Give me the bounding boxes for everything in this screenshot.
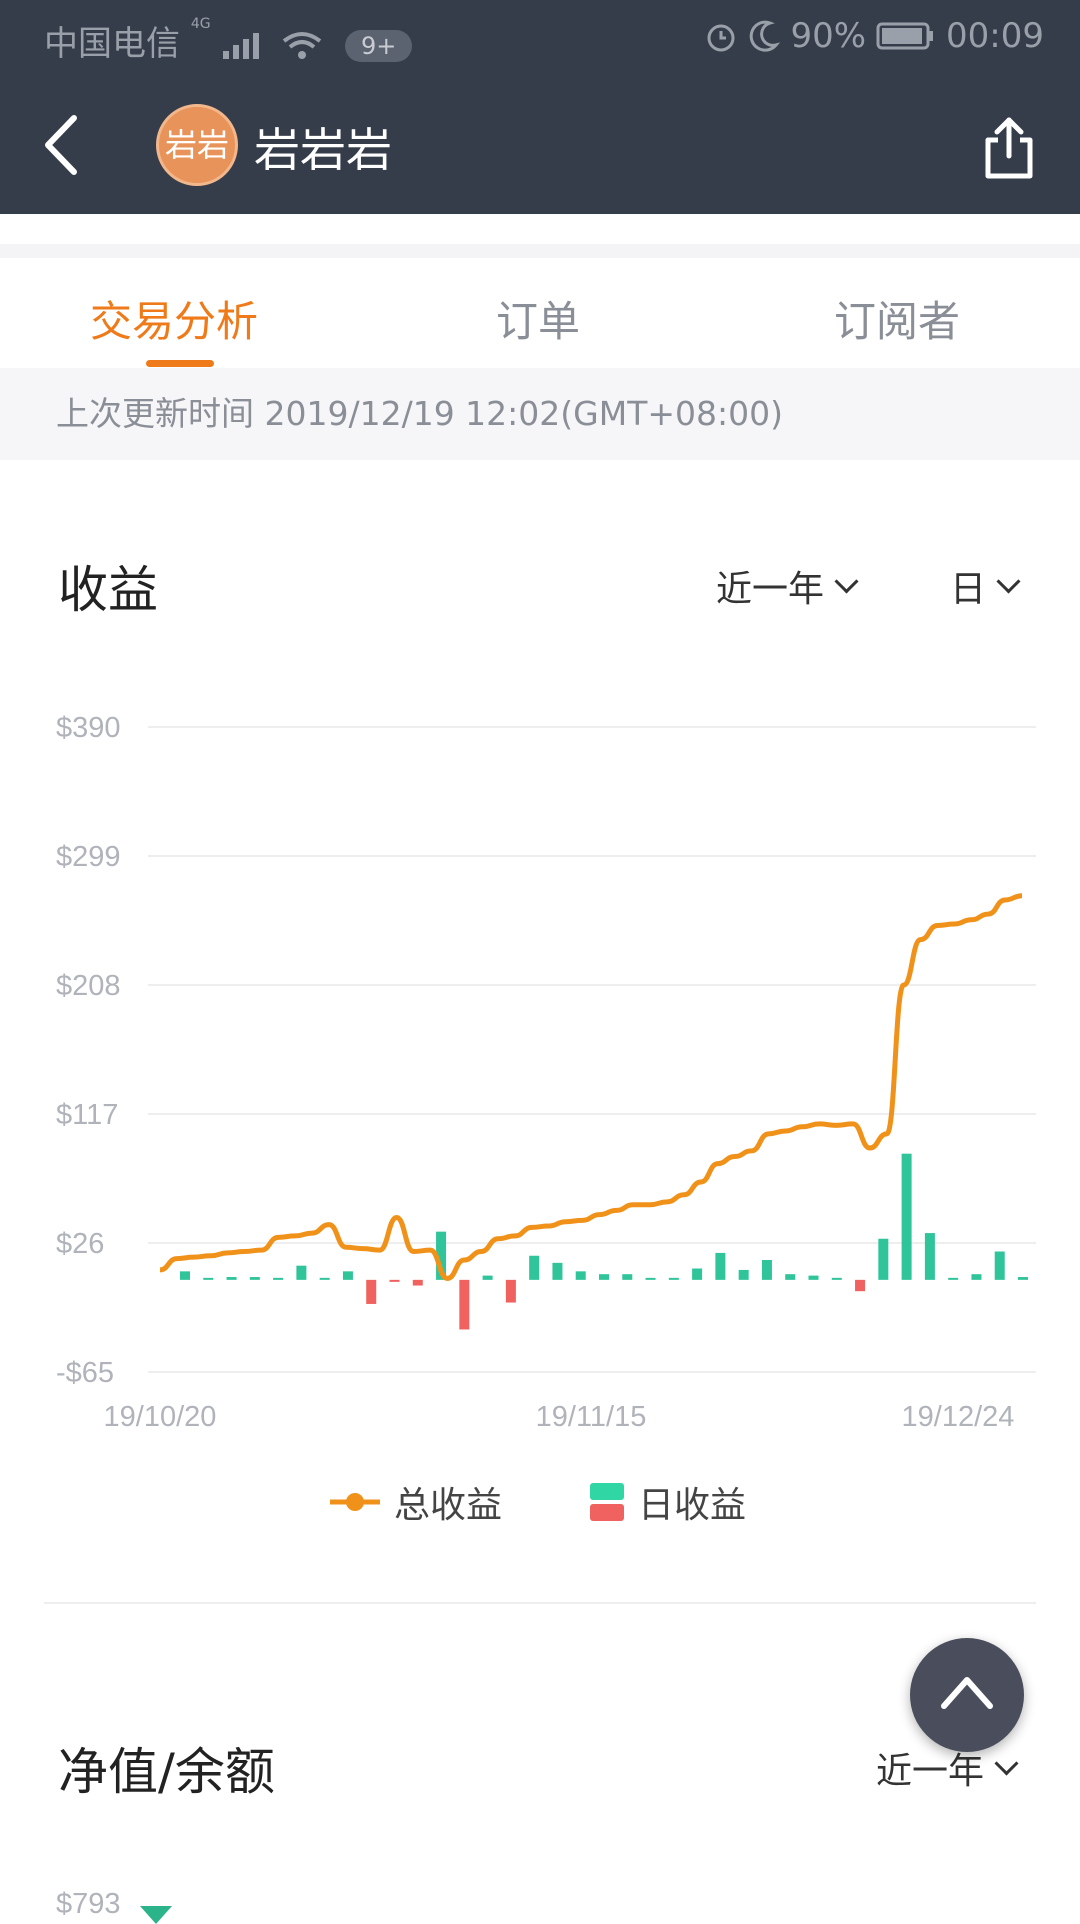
daily-bar — [389, 1279, 400, 1282]
daily-bar — [948, 1277, 959, 1280]
networth-y-tick: $793 — [56, 1888, 121, 1920]
daily-bar — [738, 1269, 749, 1280]
active-tab-indicator — [146, 360, 214, 367]
daily-bar — [319, 1277, 330, 1280]
daily-bar — [668, 1277, 679, 1280]
daily-bar — [924, 1233, 935, 1280]
avatar[interactable]: 岩岩 — [156, 104, 238, 186]
daily-bar — [529, 1255, 540, 1280]
daily-bar — [994, 1251, 1005, 1280]
carrier-text: 中国电信 — [44, 24, 180, 64]
daily-bar — [1018, 1277, 1028, 1280]
chart-legend: 总收益 日收益 — [330, 1476, 816, 1528]
daily-bar — [599, 1274, 609, 1280]
wifi-icon — [282, 31, 322, 59]
daily-bar — [715, 1252, 726, 1280]
share-icon[interactable] — [980, 114, 1038, 182]
back-arrow-icon[interactable] — [40, 110, 84, 180]
y-tick-label: -$65 — [56, 1357, 114, 1389]
battery-percent: 90% — [790, 16, 867, 56]
carrier-label: 中国电信 4G 9+ — [44, 16, 413, 65]
interval-dropdown[interactable]: 日 — [950, 560, 1021, 612]
daily-bar — [412, 1279, 423, 1286]
status-bar: 中国电信 4G 9+ 90% 00:09 — [0, 0, 1080, 76]
chevron-down-icon — [834, 568, 859, 594]
y-tick-label: $208 — [56, 970, 121, 1002]
daily-bar — [505, 1279, 516, 1303]
daily-bar — [180, 1271, 190, 1280]
app-header: 中国电信 4G 9+ 90% 00:09 岩岩 岩岩岩 — [0, 0, 1080, 214]
networth-title: 净值/余额 — [58, 1743, 275, 1801]
daily-bar — [855, 1279, 866, 1292]
earnings-title: 收益 — [58, 561, 158, 619]
legend-total[interactable]: 总收益 — [330, 1476, 502, 1528]
tab-trade-analysis[interactable]: 交易分析 — [90, 288, 258, 349]
signal-icon — [223, 32, 260, 59]
last-updated-text: 上次更新时间 2019/12/19 12:02(GMT+08:00) — [56, 394, 783, 433]
tab-subscribers[interactable]: 订阅者 — [834, 288, 960, 349]
earnings-chart: $390 $299 $208 $117 $26 -$65 19/10/20 19/11/15 1… — [56, 712, 1036, 1433]
network-type: 4G — [190, 16, 211, 32]
interval-dropdown-label: 日 — [950, 569, 987, 610]
status-right: 90% 00:09 — [704, 16, 1044, 56]
alarm-icon — [707, 24, 735, 52]
daily-bar — [552, 1262, 563, 1280]
daily-bar — [249, 1277, 260, 1280]
daily-bar — [226, 1277, 237, 1280]
x-tick-label: 19/10/20 — [104, 1401, 217, 1433]
chevron-up-icon — [941, 1677, 993, 1709]
tab-orders[interactable]: 订单 — [496, 288, 580, 349]
total-earnings-line — [159, 893, 1023, 1281]
daily-bar — [901, 1153, 912, 1280]
daily-bar — [342, 1271, 353, 1280]
range-dropdown-label: 近一年 — [716, 569, 825, 610]
clock: 00:09 — [946, 16, 1044, 56]
daily-bar — [273, 1277, 284, 1280]
battery-icon — [876, 22, 934, 50]
x-tick-label: 19/12/24 — [902, 1401, 1015, 1433]
daily-bar — [459, 1279, 470, 1330]
notification-badge: 9+ — [345, 29, 413, 62]
chevron-down-icon — [996, 568, 1021, 594]
daily-bar — [971, 1274, 982, 1280]
range-dropdown[interactable]: 近一年 — [716, 560, 859, 612]
daily-bar — [622, 1274, 633, 1280]
daily-bar — [482, 1275, 493, 1280]
daily-bar — [575, 1271, 586, 1280]
tab-bar: 交易分析 订单 订阅者 — [0, 258, 1080, 368]
page-title: 岩岩岩 — [254, 123, 392, 177]
bar-swatch-icon — [590, 1483, 625, 1521]
section-divider — [44, 1602, 1036, 1604]
networth-range-dropdown[interactable]: 近一年 — [876, 1742, 1019, 1794]
legend-total-label: 总收益 — [394, 1485, 503, 1526]
daily-bar — [692, 1268, 703, 1280]
networth-marker — [140, 1906, 172, 1924]
moon-icon — [750, 20, 781, 52]
daily-bar — [645, 1277, 656, 1280]
y-tick-label: $117 — [56, 1099, 118, 1131]
legend-daily-label: 日收益 — [638, 1485, 747, 1526]
line-dot-icon — [330, 1493, 380, 1511]
daily-bar — [808, 1275, 819, 1280]
scroll-to-top-button[interactable] — [910, 1638, 1024, 1752]
daily-bar — [831, 1277, 842, 1280]
daily-bar — [296, 1265, 307, 1280]
daily-bar — [785, 1274, 796, 1280]
daily-bar — [366, 1279, 377, 1304]
daily-bar — [761, 1260, 772, 1280]
x-tick-label: 19/11/15 — [536, 1401, 647, 1433]
legend-daily[interactable]: 日收益 — [590, 1476, 746, 1528]
last-updated-bar: 上次更新时间 2019/12/19 12:02(GMT+08:00) — [0, 368, 1080, 460]
y-tick-label: $26 — [56, 1228, 104, 1260]
daily-bar — [878, 1238, 889, 1280]
y-tick-label: $390 — [56, 712, 121, 744]
daily-bar — [203, 1277, 214, 1280]
chevron-down-icon — [994, 1750, 1019, 1776]
section-gap — [0, 244, 1080, 258]
y-tick-label: $299 — [56, 841, 121, 873]
